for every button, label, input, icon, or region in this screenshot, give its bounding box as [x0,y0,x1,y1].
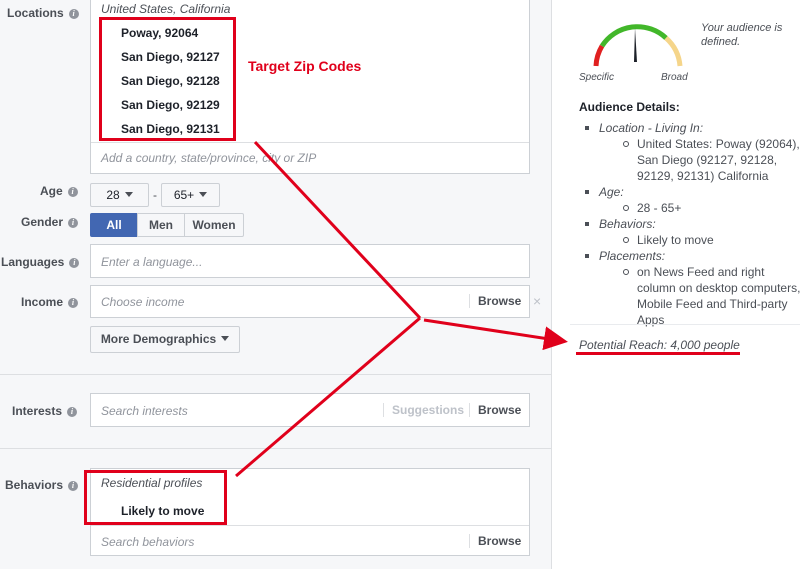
annotation-arrows [235,140,568,478]
arrow-to-reach [423,318,568,351]
arrow-line [235,316,421,478]
arrow-line [253,140,422,320]
